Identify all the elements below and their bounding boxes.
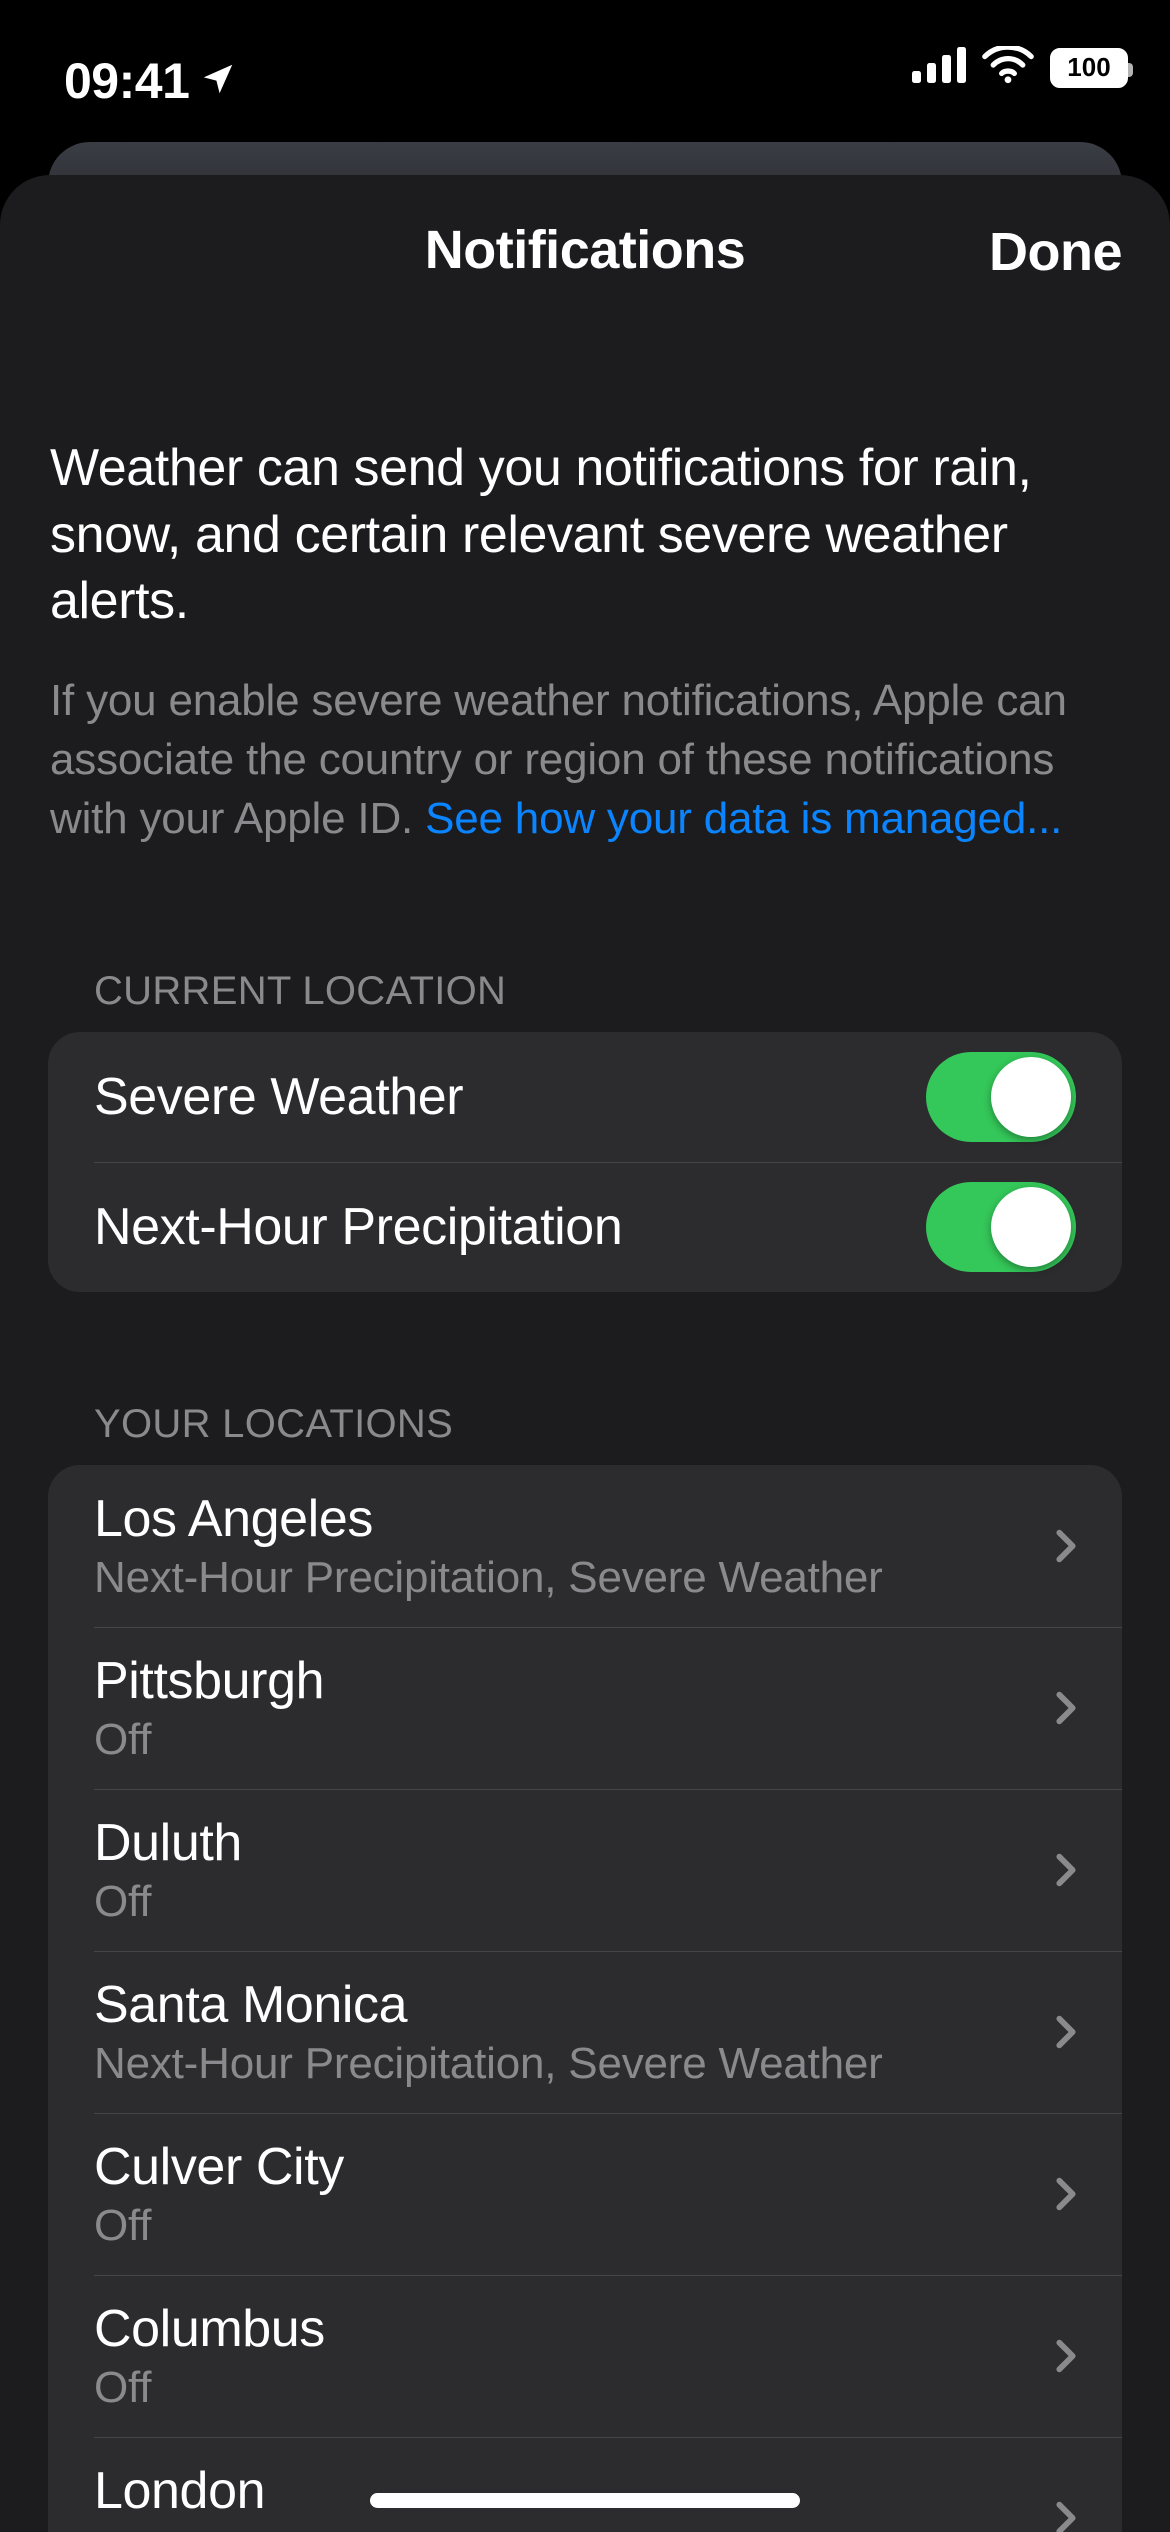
chevron-right-icon <box>1046 1850 1086 1890</box>
location-row-los-angeles[interactable]: Los Angeles Next-Hour Precipitation, Sev… <box>48 1465 1122 1627</box>
sheet-content: Weather can send you notifications for r… <box>0 325 1170 2532</box>
status-right-group: 100 <box>912 46 1128 89</box>
battery-icon: 100 <box>1050 48 1128 88</box>
location-name: Columbus <box>94 2299 325 2359</box>
location-status: Next-Hour Precipitation, Severe Weather <box>94 2039 883 2089</box>
severe-weather-row: Severe Weather <box>48 1032 1122 1162</box>
toggle-knob <box>991 1187 1071 1267</box>
your-locations-section: YOUR LOCATIONS Los Angeles Next-Hour Pre… <box>0 1402 1170 2532</box>
description-block: Weather can send you notifications for r… <box>0 325 1170 849</box>
battery-percent: 100 <box>1067 52 1110 83</box>
your-locations-header: YOUR LOCATIONS <box>48 1402 1122 1465</box>
location-status: Off <box>94 2363 325 2413</box>
severe-weather-label: Severe Weather <box>94 1067 463 1127</box>
location-status: Off <box>94 2201 344 2251</box>
description-secondary: If you enable severe weather notificatio… <box>50 671 1120 849</box>
location-arrow-icon <box>199 52 237 110</box>
next-hour-precipitation-label: Next-Hour Precipitation <box>94 1197 622 1257</box>
description-primary: Weather can send you notifications for r… <box>50 435 1120 635</box>
current-location-section: CURRENT LOCATION Severe Weather Next-Hou… <box>0 969 1170 1292</box>
row-texts: Pittsburgh Off <box>94 1651 324 1765</box>
chevron-right-icon <box>1046 2012 1086 2052</box>
next-hour-precipitation-toggle[interactable] <box>926 1182 1076 1272</box>
row-texts: Los Angeles Next-Hour Precipitation, Sev… <box>94 1489 883 1603</box>
row-texts: Columbus Off <box>94 2299 325 2413</box>
wifi-icon <box>982 46 1034 89</box>
page-title: Notifications <box>425 219 746 281</box>
location-row-santa-monica[interactable]: Santa Monica Next-Hour Precipitation, Se… <box>48 1951 1122 2113</box>
sheet-navbar: Notifications Done <box>0 175 1170 325</box>
next-hour-precipitation-row: Next-Hour Precipitation <box>48 1162 1122 1292</box>
location-name: Culver City <box>94 2137 344 2197</box>
location-status: Off <box>94 1715 324 1765</box>
location-row-duluth[interactable]: Duluth Off <box>48 1789 1122 1951</box>
severe-weather-toggle[interactable] <box>926 1052 1076 1142</box>
row-texts: Culver City Off <box>94 2137 344 2251</box>
chevron-right-icon <box>1046 1526 1086 1566</box>
location-name: Santa Monica <box>94 1975 883 2035</box>
location-name: Duluth <box>94 1813 242 1873</box>
row-texts: Duluth Off <box>94 1813 242 1927</box>
your-locations-group: Los Angeles Next-Hour Precipitation, Sev… <box>48 1465 1122 2532</box>
location-row-pittsburgh[interactable]: Pittsburgh Off <box>48 1627 1122 1789</box>
location-row-culver-city[interactable]: Culver City Off <box>48 2113 1122 2275</box>
location-row-columbus[interactable]: Columbus Off <box>48 2275 1122 2437</box>
home-indicator[interactable] <box>370 2493 800 2508</box>
chevron-right-icon <box>1046 2336 1086 2376</box>
current-location-header: CURRENT LOCATION <box>48 969 1122 1032</box>
row-texts: London Off <box>94 2461 265 2532</box>
chevron-right-icon <box>1046 1688 1086 1728</box>
location-name: Pittsburgh <box>94 1651 324 1711</box>
location-status: Next-Hour Precipitation, Severe Weather <box>94 1553 883 1603</box>
chevron-right-icon <box>1046 2174 1086 2214</box>
location-row-london[interactable]: London Off <box>48 2437 1122 2532</box>
status-bar: 09:41 100 <box>0 0 1170 140</box>
status-time-group: 09:41 <box>64 52 237 110</box>
location-name: London <box>94 2461 265 2521</box>
data-management-link[interactable]: See how your data is managed... <box>425 794 1062 843</box>
location-name: Los Angeles <box>94 1489 883 1549</box>
chevron-right-icon <box>1046 2498 1086 2532</box>
current-location-group: Severe Weather Next-Hour Precipitation <box>48 1032 1122 1292</box>
row-texts: Santa Monica Next-Hour Precipitation, Se… <box>94 1975 883 2089</box>
status-time: 09:41 <box>64 52 189 110</box>
location-status: Off <box>94 1877 242 1927</box>
done-button[interactable]: Done <box>989 221 1122 283</box>
location-status: Off <box>94 2525 265 2532</box>
notifications-sheet: Notifications Done Weather can send you … <box>0 175 1170 2532</box>
toggle-knob <box>991 1057 1071 1137</box>
cellular-icon <box>912 47 966 88</box>
